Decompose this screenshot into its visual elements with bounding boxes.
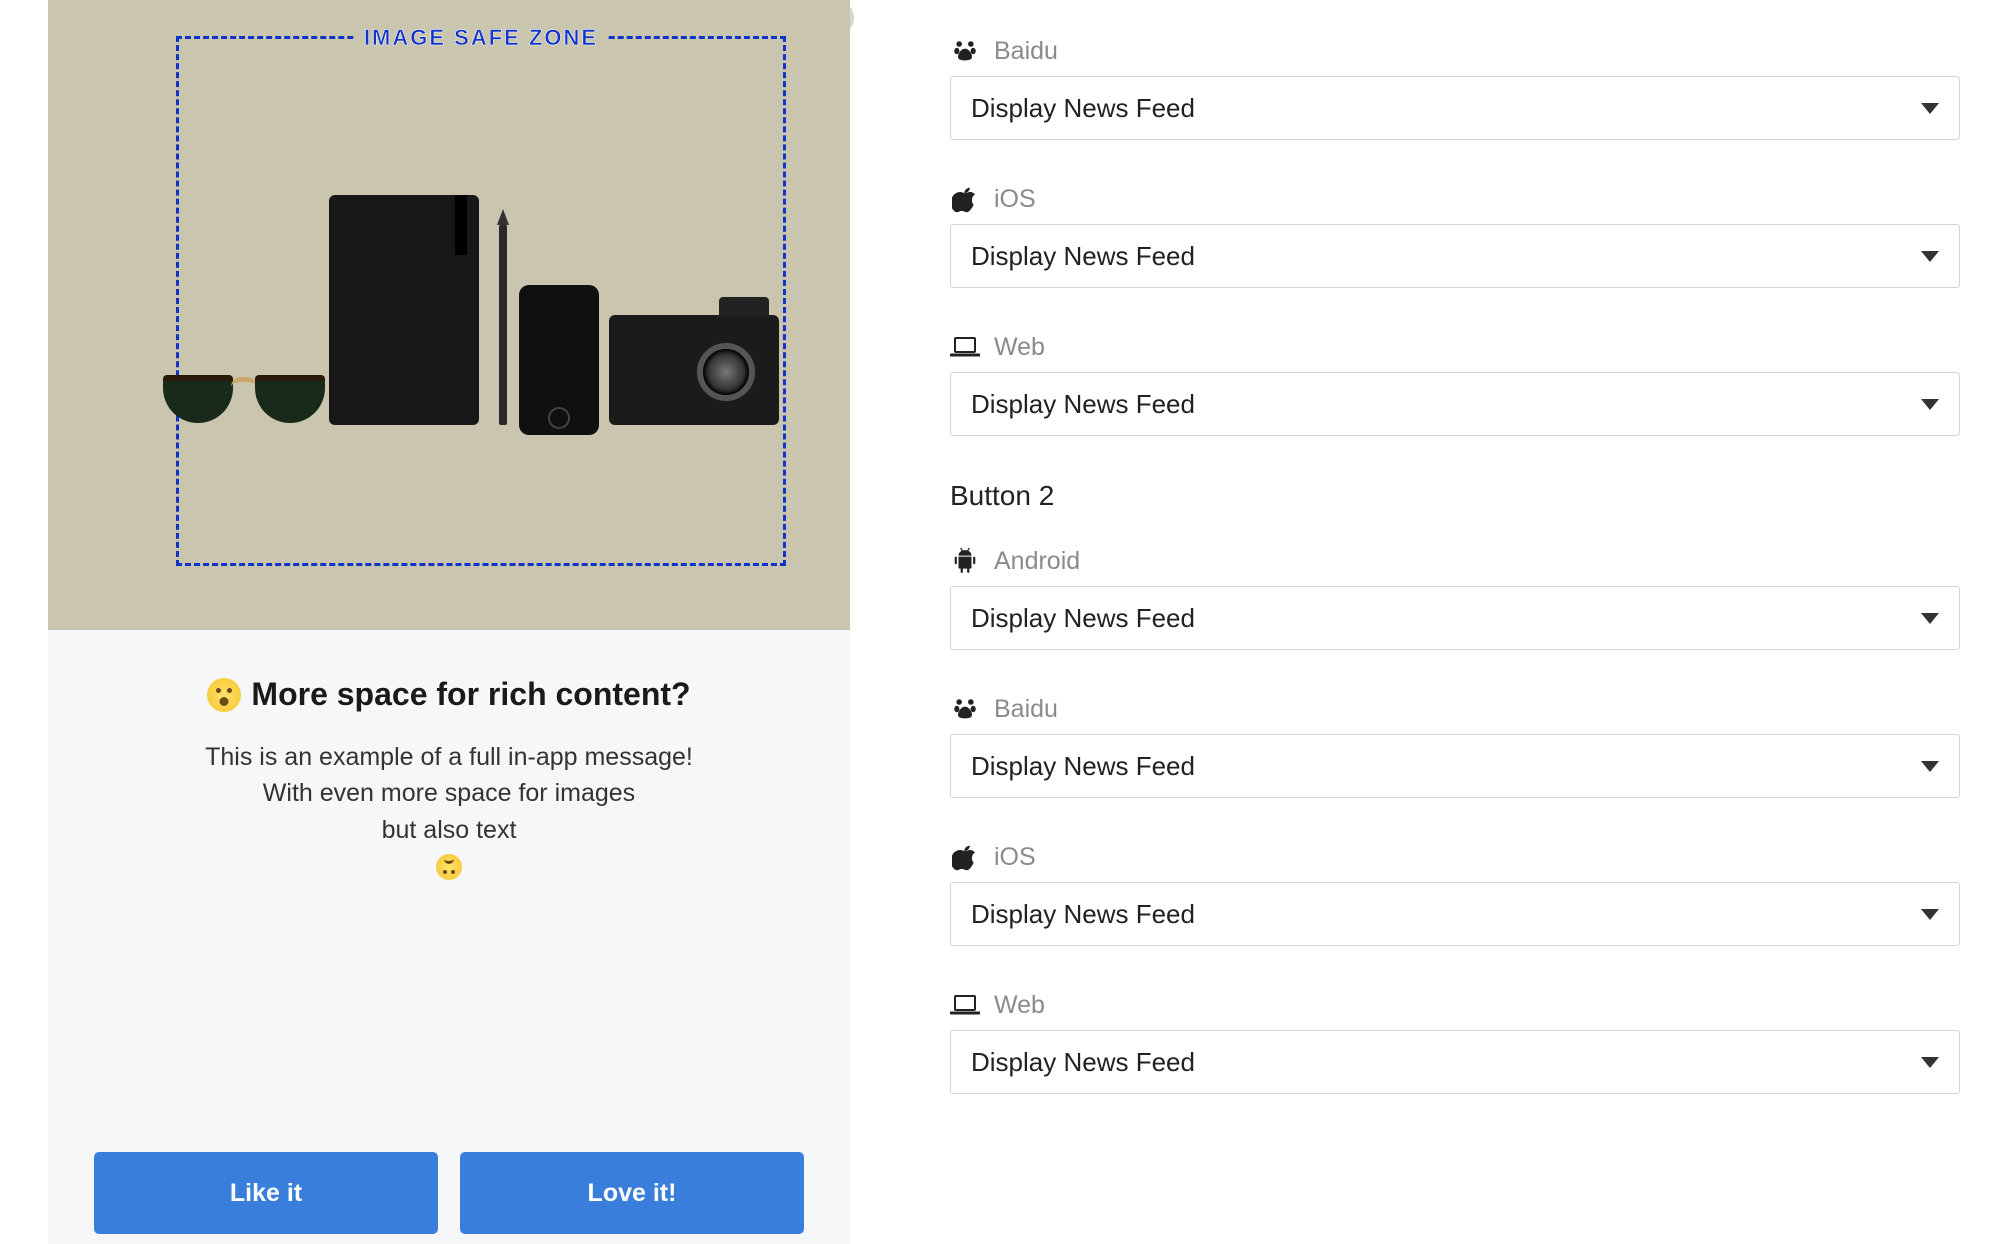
- like-it-button[interactable]: Like it: [94, 1152, 438, 1234]
- preview-illustration: [149, 195, 749, 455]
- platform-label: iOS: [994, 185, 1036, 214]
- select-value: Display News Feed: [971, 1047, 1195, 1078]
- preview-panel: IMAGE SAFE ZONE More space for rich cont…: [0, 0, 850, 1244]
- laptop-icon: [950, 990, 980, 1020]
- preview-buttons: Like it Love it!: [48, 1152, 850, 1244]
- select-value: Display News Feed: [971, 603, 1195, 634]
- apple-icon: [950, 842, 980, 872]
- select-value: Display News Feed: [971, 389, 1195, 420]
- chevron-down-icon: [1921, 761, 1939, 772]
- android-icon: [950, 546, 980, 576]
- platform-row-baidu-2: Baidu Display News Feed: [950, 694, 1970, 798]
- chevron-down-icon: [1921, 399, 1939, 410]
- body-line-2: With even more space for images: [98, 775, 800, 811]
- ios-action-select-2[interactable]: Display News Feed: [950, 882, 1960, 946]
- upside-down-emoji-icon: [436, 854, 462, 880]
- select-value: Display News Feed: [971, 751, 1195, 782]
- platform-label: Web: [994, 991, 1045, 1020]
- android-action-select-2[interactable]: Display News Feed: [950, 586, 1960, 650]
- platform-row-web-2: Web Display News Feed: [950, 990, 1970, 1094]
- body-line-1: This is an example of a full in-app mess…: [98, 739, 800, 775]
- platform-label: Baidu: [994, 695, 1058, 724]
- headline-text: More space for rich content?: [251, 676, 690, 713]
- platform-label: iOS: [994, 843, 1036, 872]
- web-action-select[interactable]: Display News Feed: [950, 372, 1960, 436]
- baidu-action-select-2[interactable]: Display News Feed: [950, 734, 1960, 798]
- baidu-icon: [950, 36, 980, 66]
- preview-image-area: IMAGE SAFE ZONE: [48, 0, 850, 630]
- chevron-down-icon: [1921, 909, 1939, 920]
- platform-row-web: Web Display News Feed: [950, 332, 1970, 436]
- chevron-down-icon: [1921, 103, 1939, 114]
- platform-row-baidu: Baidu Display News Feed: [950, 36, 1970, 140]
- apple-icon: [950, 184, 980, 214]
- chevron-down-icon: [1921, 251, 1939, 262]
- settings-panel: Baidu Display News Feed iOS Display News…: [850, 0, 1990, 1244]
- chevron-down-icon: [1921, 613, 1939, 624]
- platform-label: Android: [994, 547, 1080, 576]
- preview-body: This is an example of a full in-app mess…: [98, 739, 800, 884]
- platform-row-ios: iOS Display News Feed: [950, 184, 1970, 288]
- platform-row-android: Android Display News Feed: [950, 546, 1970, 650]
- baidu-icon: [950, 694, 980, 724]
- select-value: Display News Feed: [971, 93, 1195, 124]
- web-action-select-2[interactable]: Display News Feed: [950, 1030, 1960, 1094]
- preview-headline: More space for rich content?: [98, 676, 800, 713]
- ios-action-select[interactable]: Display News Feed: [950, 224, 1960, 288]
- button-2-heading: Button 2: [950, 480, 1970, 512]
- love-it-button[interactable]: Love it!: [460, 1152, 804, 1234]
- select-value: Display News Feed: [971, 899, 1195, 930]
- inapp-preview-card: IMAGE SAFE ZONE More space for rich cont…: [48, 0, 850, 1244]
- preview-content: More space for rich content? This is an …: [48, 630, 850, 894]
- laptop-icon: [950, 332, 980, 362]
- baidu-action-select[interactable]: Display News Feed: [950, 76, 1960, 140]
- safe-zone-label: IMAGE SAFE ZONE: [354, 25, 608, 51]
- chevron-down-icon: [1921, 1057, 1939, 1068]
- body-line-3: but also text: [98, 812, 800, 848]
- platform-label: Web: [994, 333, 1045, 362]
- platform-row-ios-2: iOS Display News Feed: [950, 842, 1970, 946]
- surprised-emoji-icon: [207, 678, 241, 712]
- select-value: Display News Feed: [971, 241, 1195, 272]
- platform-label: Baidu: [994, 37, 1058, 66]
